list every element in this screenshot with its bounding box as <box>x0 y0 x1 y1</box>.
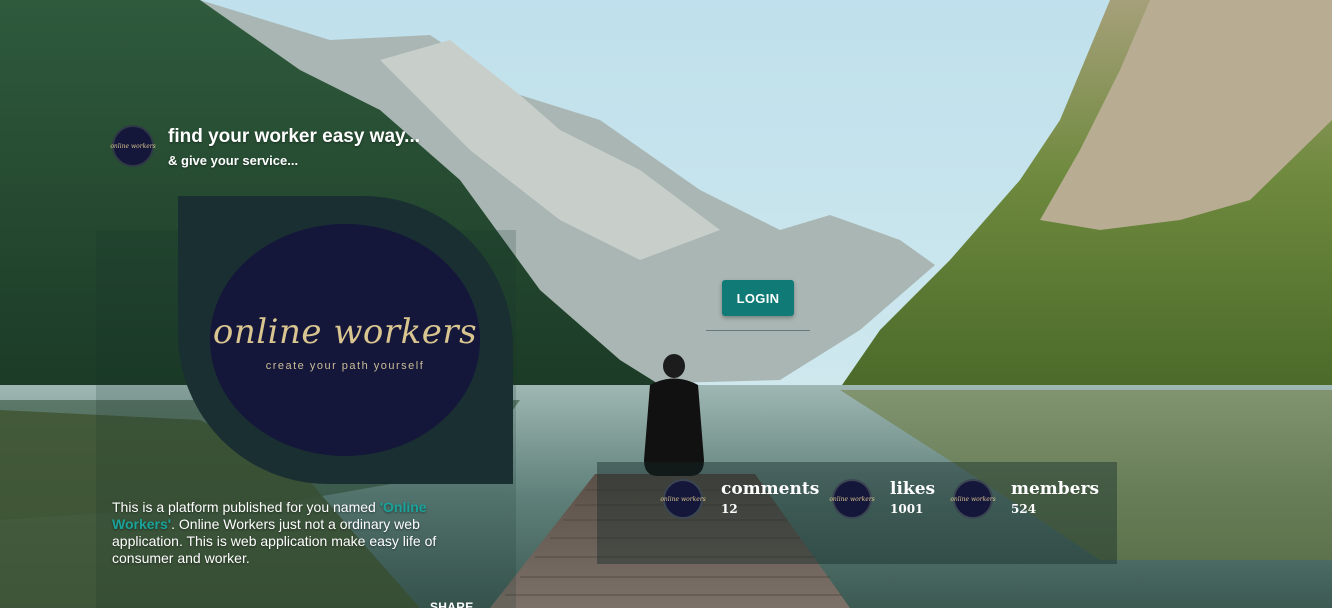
stat-value: 1001 <box>890 502 924 516</box>
header-logo-avatar: online workers <box>110 125 156 167</box>
logo-tagline: create your path yourself <box>265 360 425 372</box>
stats-panel: online workers comments 12 online worker… <box>597 462 1117 564</box>
stat-likes: online workers likes 1001 <box>829 479 935 519</box>
login-button[interactable]: LOGIN <box>722 280 794 316</box>
stat-label: members <box>1011 479 1100 499</box>
stat-label: likes <box>890 479 936 499</box>
logo-wordmark: online workers <box>212 312 478 352</box>
members-avatar-icon: online workers <box>950 479 996 519</box>
logo-circle: online workers create your path yourself <box>210 224 480 456</box>
online-workers-logo-icon: online workers <box>660 495 706 503</box>
landing-page: online workers find your worker easy way… <box>0 0 1332 608</box>
hero-title: find your worker easy way... <box>168 126 421 147</box>
logo-card: online workers create your path yourself <box>178 196 513 484</box>
stat-likes-text: likes 1001 <box>890 479 935 516</box>
platform-description: This is a platform published for you nam… <box>112 499 452 567</box>
share-button[interactable]: SHARE <box>430 600 474 608</box>
comments-avatar-icon: online workers <box>660 479 706 519</box>
online-workers-logo-icon: online workers <box>950 495 996 503</box>
stat-value: 12 <box>721 502 738 516</box>
stat-members: online workers members 524 <box>950 479 1099 519</box>
login-divider <box>706 330 810 331</box>
stat-comments: online workers comments 12 <box>660 479 819 519</box>
hero-subtitle: & give your service... <box>168 153 299 168</box>
stat-comments-text: comments 12 <box>721 479 819 516</box>
stat-label: comments <box>721 479 820 499</box>
stat-value: 524 <box>1011 502 1037 516</box>
online-workers-logo-icon: online workers <box>829 495 875 503</box>
online-workers-logo-icon: online workers <box>110 142 156 150</box>
likes-avatar-icon: online workers <box>829 479 875 519</box>
stat-members-text: members 524 <box>1011 479 1099 516</box>
description-prefix: This is a platform published for you nam… <box>112 499 380 515</box>
